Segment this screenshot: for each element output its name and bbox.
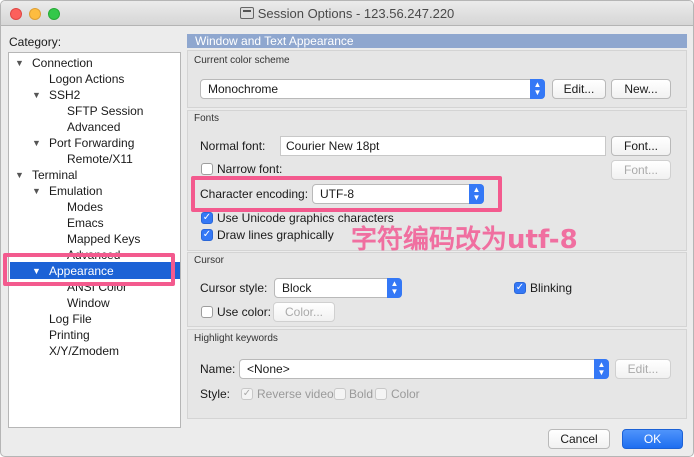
highlight-keywords-section: Highlight keywords Name: <None> ▲ ▼ Edit.… [187,329,687,419]
color-scheme-title: Current color scheme [194,55,290,66]
normal-font-label: Normal font: [200,139,266,153]
narrow-font-label: Narrow font: [217,162,283,176]
cursor-color-button[interactable]: Color... [273,302,335,322]
draw-lines-checkbox[interactable]: ✓ [201,229,213,241]
tree-item-log-file[interactable]: Log File [49,311,92,327]
appearance-highlight-box [3,253,175,286]
narrow-font-checkbox[interactable] [201,163,213,175]
cursor-style-value: Block [282,281,312,295]
expand-arrow-icon[interactable]: ▼ [32,135,41,151]
edit-color-scheme-button[interactable]: Edit... [552,79,606,99]
color-label: Color [391,387,420,401]
draw-lines-label: Draw lines graphically [217,228,334,242]
normal-font-button[interactable]: Font... [611,136,671,156]
cancel-button[interactable]: Cancel [548,429,610,449]
use-color-checkbox[interactable] [201,306,213,318]
tree-item-ssh2[interactable]: SSH2 [49,87,80,103]
tree-item-port-forwarding[interactable]: Port Forwarding [49,135,134,151]
annotation-text: 字符编码改为utf-8 [351,225,578,255]
color-scheme-section: Current color scheme Monochrome ▲ ▼ Edit.… [187,50,687,108]
cursor-style-select[interactable]: Block ▲ ▼ [274,278,402,298]
tree-item-emulation[interactable]: Emulation [49,183,102,199]
cursor-style-label: Cursor style: [200,281,268,295]
highlight-name-select[interactable]: <None> ▲ ▼ [239,359,609,379]
category-tree[interactable]: ▼ Connection Logon Actions ▼ SSH2 SFTP S… [8,52,181,428]
tree-item-window[interactable]: Window [67,295,110,311]
expand-arrow-icon[interactable]: ▼ [15,167,24,183]
tree-item-ssh2-advanced[interactable]: Advanced [67,119,120,135]
color-checkbox[interactable] [375,388,387,400]
cursor-title: Cursor [194,255,225,266]
use-color-label: Use color: [217,305,272,319]
encoding-highlight-box [191,176,502,212]
highlight-keywords-title: Highlight keywords [194,333,278,344]
expand-arrow-icon[interactable]: ▼ [15,55,24,71]
category-label: Category: [9,35,62,49]
session-options-window: Session Options - 123.56.247.220 Categor… [0,0,694,457]
normal-font-field[interactable]: Courier New 18pt [280,136,606,156]
reverse-video-checkbox[interactable]: ✓ [241,388,253,400]
title-bar: Session Options - 123.56.247.220 [1,1,693,26]
bold-checkbox[interactable] [334,388,346,400]
tree-item-printing[interactable]: Printing [49,327,90,343]
select-stepper-icon: ▲ ▼ [387,278,402,298]
unicode-graphics-checkbox[interactable]: ✓ [201,212,213,224]
ok-button[interactable]: OK [622,429,683,449]
highlight-name-value: <None> [247,362,290,376]
window-title-area: Session Options - 123.56.247.220 [1,6,693,21]
tree-item-mapped-keys[interactable]: Mapped Keys [67,231,140,247]
terminal-icon [239,7,254,19]
highlight-style-label: Style: [200,387,231,401]
cursor-section: Cursor Cursor style: Block ▲ ▼ ✓ Blinking… [187,252,687,327]
tree-item-xyzmodem[interactable]: X/Y/Zmodem [49,343,119,359]
tree-item-remote-x11[interactable]: Remote/X11 [67,151,133,167]
expand-arrow-icon[interactable]: ▼ [32,183,41,199]
bold-label: Bold [349,387,374,401]
color-scheme-select[interactable]: Monochrome ▲ ▼ [200,79,545,99]
blinking-label: Blinking [530,281,573,295]
highlight-edit-button[interactable]: Edit... [615,359,671,379]
panel-header: Window and Text Appearance [187,34,687,48]
window-title: Session Options - 123.56.247.220 [257,6,455,21]
tree-item-sftp-session[interactable]: SFTP Session [67,103,143,119]
tree-item-emacs[interactable]: Emacs [67,215,104,231]
color-scheme-value: Monochrome [208,82,279,96]
fonts-title: Fonts [194,113,220,124]
blinking-checkbox[interactable]: ✓ [514,282,526,294]
highlight-name-label: Name: [200,362,236,376]
reverse-video-label: Reverse video [257,387,334,401]
tree-item-terminal[interactable]: Terminal [32,167,77,183]
tree-item-connection[interactable]: Connection [32,55,93,71]
narrow-font-button[interactable]: Font... [611,160,671,180]
tree-item-logon-actions[interactable]: Logon Actions [49,71,124,87]
tree-item-modes[interactable]: Modes [67,199,103,215]
expand-arrow-icon[interactable]: ▼ [32,87,41,103]
new-color-scheme-button[interactable]: New... [611,79,671,99]
select-stepper-icon: ▲ ▼ [594,359,609,379]
select-stepper-icon: ▲ ▼ [530,79,545,99]
